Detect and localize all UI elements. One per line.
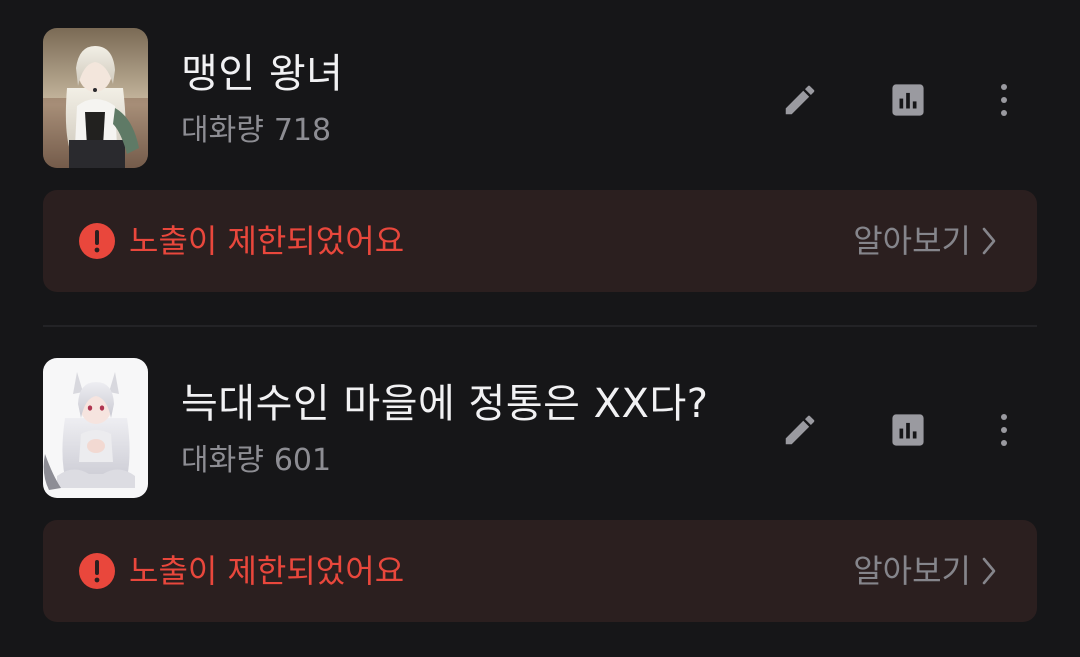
- learn-more-link[interactable]: 알아보기: [853, 550, 997, 592]
- restriction-banner[interactable]: 노출이 제한되었어요 알아보기: [43, 190, 1037, 292]
- character-thumbnail[interactable]: [43, 358, 148, 498]
- more-vertical-icon: [1001, 414, 1007, 446]
- conversation-count-value: 718: [273, 113, 332, 148]
- character-list: 맹인 왕녀 대화량 718 노출이 제한되었어요 알아보기 늑대수인 마을에 정…: [0, 0, 1080, 657]
- character-thumbnail[interactable]: [43, 28, 148, 168]
- character-item: 늑대수인 마을에 정통은 XX다? 대화량 601 노출이 제한되었어요 알아보…: [0, 330, 1080, 630]
- conversation-count-label: 대화량: [181, 113, 264, 148]
- more-options-button[interactable]: [982, 78, 1026, 122]
- conversation-count-label: 대화량: [181, 443, 264, 478]
- character-title: 늑대수인 마을에 정통은 XX다?: [181, 381, 709, 427]
- restriction-banner[interactable]: 노출이 제한되었어요 알아보기: [43, 520, 1037, 622]
- conversation-count-value: 601: [273, 443, 332, 478]
- more-vertical-icon: [1001, 84, 1007, 116]
- pencil-icon: [785, 415, 815, 445]
- bar-chart-icon: [892, 414, 924, 446]
- more-options-button[interactable]: [982, 408, 1026, 452]
- character-item: 맹인 왕녀 대화량 718 노출이 제한되었어요 알아보기: [0, 0, 1080, 300]
- stats-button[interactable]: [886, 78, 930, 122]
- exclamation-circle-icon: [79, 223, 115, 259]
- exclamation-circle-icon: [79, 553, 115, 589]
- bar-chart-icon: [892, 84, 924, 116]
- stats-button[interactable]: [886, 408, 930, 452]
- restriction-message: 노출이 제한되었어요: [129, 222, 405, 260]
- learn-more-link[interactable]: 알아보기: [853, 220, 997, 262]
- edit-button[interactable]: [778, 408, 822, 452]
- chevron-right-icon: [982, 227, 996, 255]
- character-title: 맹인 왕녀: [181, 51, 344, 97]
- conversation-count: 대화량 718: [181, 112, 331, 150]
- restriction-message: 노출이 제한되었어요: [129, 552, 405, 590]
- learn-more-label: 알아보기: [853, 552, 971, 590]
- learn-more-label: 알아보기: [853, 222, 971, 260]
- conversation-count: 대화량 601: [181, 442, 331, 480]
- edit-button[interactable]: [778, 78, 822, 122]
- pencil-icon: [785, 85, 815, 115]
- chevron-right-icon: [982, 557, 996, 585]
- item-divider: [43, 325, 1037, 327]
